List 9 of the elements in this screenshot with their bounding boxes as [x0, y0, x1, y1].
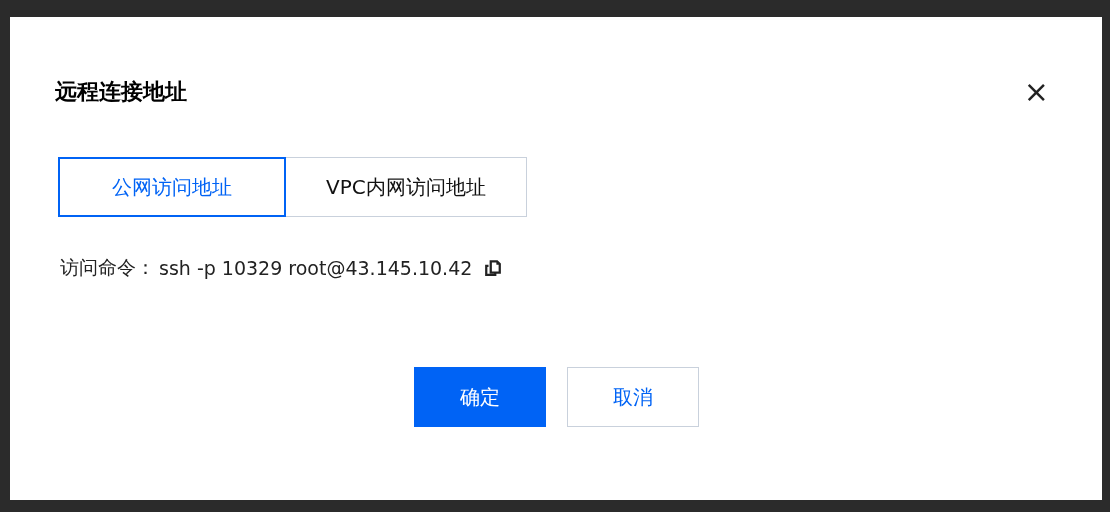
- cancel-button[interactable]: 取消: [566, 367, 699, 427]
- tab[interactable]: 公网访问地址: [58, 157, 286, 217]
- dialog-title: 远程连接地址: [55, 78, 187, 106]
- confirm-button[interactable]: 确定: [413, 367, 546, 427]
- command-text: ssh -p 10329 root@43.145.10.42: [159, 257, 473, 279]
- tab[interactable]: VPC内网访问地址: [286, 157, 527, 217]
- close-button[interactable]: ×: [1015, 77, 1057, 107]
- copy-icon[interactable]: [484, 259, 503, 277]
- command-label: 访问命令：: [60, 255, 155, 280]
